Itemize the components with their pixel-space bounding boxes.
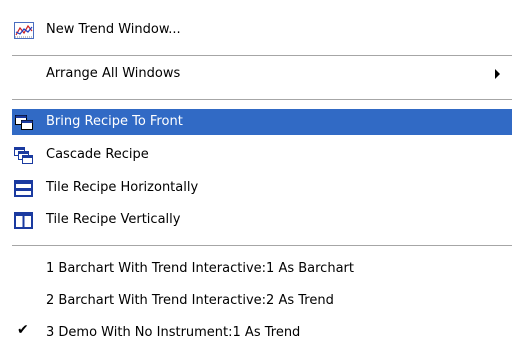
menu-item-tile-recipe-horizontally[interactable]: Tile Recipe Horizontally (0, 175, 512, 201)
menu-item-label: Arrange All Windows (46, 66, 181, 81)
menu-item-label: Tile Recipe Vertically (46, 212, 181, 227)
menu-item-label: 2 Barchart With Trend Interactive:2 As T… (46, 293, 334, 308)
menu-item-label: Tile Recipe Horizontally (46, 180, 199, 195)
tile-vertical-icon (14, 212, 33, 230)
menu-item-label: New Trend Window... (46, 22, 181, 37)
trend-chart-icon (14, 22, 34, 40)
cascade-windows-icon (14, 147, 33, 165)
menu-item-label: Bring Recipe To Front (46, 114, 183, 129)
submenu-arrow-icon (495, 69, 500, 79)
menu-item-window-3[interactable]: ✔ 3 Demo With No Instrument:1 As Trend (0, 320, 512, 346)
menu-item-tile-recipe-vertically[interactable]: Tile Recipe Vertically (0, 207, 512, 233)
menu-item-label: Cascade Recipe (46, 147, 149, 162)
menu-item-label: 3 Demo With No Instrument:1 As Trend (46, 325, 301, 340)
menu-separator (12, 55, 512, 56)
tile-horizontal-icon (14, 180, 33, 198)
menu-item-new-trend-window[interactable]: New Trend Window... (0, 17, 512, 43)
bring-to-front-icon (14, 114, 33, 132)
menu-item-window-2[interactable]: 2 Barchart With Trend Interactive:2 As T… (0, 288, 512, 314)
menu-item-arrange-all-windows[interactable]: Arrange All Windows (0, 61, 512, 87)
window-menu: New Trend Window... Arrange All Windows … (0, 0, 512, 352)
menu-item-label: 1 Barchart With Trend Interactive:1 As B… (46, 261, 354, 276)
menu-item-window-1[interactable]: 1 Barchart With Trend Interactive:1 As B… (0, 256, 512, 282)
menu-item-bring-recipe-to-front[interactable]: Bring Recipe To Front (12, 109, 512, 135)
checkmark-icon: ✔ (17, 322, 29, 338)
menu-separator (12, 245, 512, 246)
menu-separator (12, 99, 512, 100)
menu-item-cascade-recipe[interactable]: Cascade Recipe (0, 142, 512, 168)
